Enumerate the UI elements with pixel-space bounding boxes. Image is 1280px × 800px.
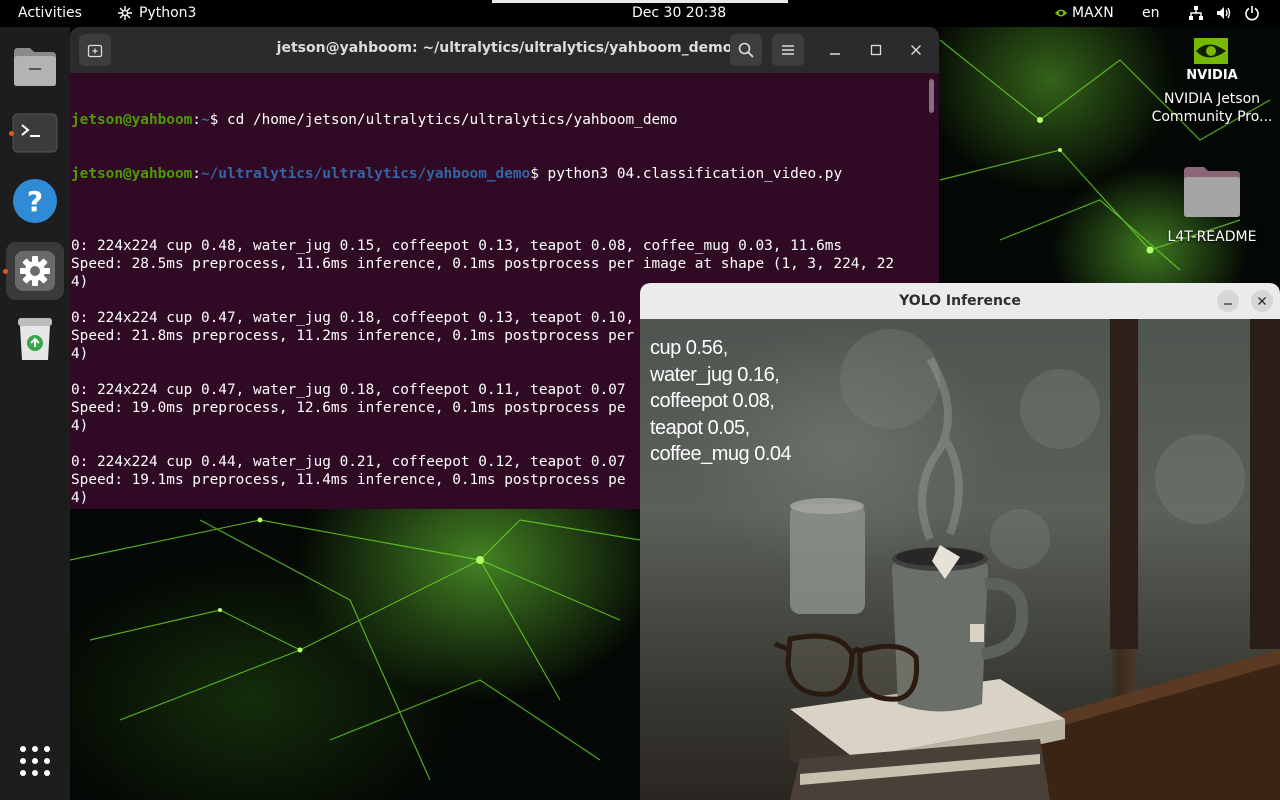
dock-help[interactable]: ? bbox=[6, 172, 64, 230]
dock-trash[interactable] bbox=[6, 310, 64, 368]
dock-terminal[interactable] bbox=[6, 104, 64, 162]
python-app-icon bbox=[118, 6, 132, 20]
svg-text:?: ? bbox=[27, 185, 43, 218]
close-icon bbox=[911, 45, 921, 55]
trash-icon bbox=[18, 318, 52, 360]
terminal-line: Speed: 28.5ms preprocess, 11.6ms inferen… bbox=[71, 256, 895, 272]
classification-label: coffeepot 0.08, bbox=[650, 390, 775, 412]
power-mode-indicator[interactable]: MAXN bbox=[1054, 5, 1114, 21]
minimize-button[interactable] bbox=[825, 40, 845, 60]
minimize-button[interactable] bbox=[1217, 290, 1239, 312]
terminal-line: 0: 224x224 cup 0.48, water_jug 0.15, cof… bbox=[71, 238, 843, 254]
terminal-line: jetson@yahboom:~$ cd /home/jetson/ultral… bbox=[71, 112, 678, 128]
terminal-search-button[interactable] bbox=[730, 34, 762, 66]
running-indicator bbox=[9, 131, 14, 136]
hamburger-icon bbox=[782, 45, 794, 55]
classification-label: coffee_mug 0.04 bbox=[650, 443, 792, 465]
dock-settings[interactable] bbox=[3, 242, 64, 300]
classification-label: teapot 0.05, bbox=[650, 416, 750, 439]
power-icon bbox=[1245, 6, 1259, 21]
volume-icon bbox=[1217, 7, 1231, 19]
desktop-icon-label: NVIDIA Jetson Community Pro... bbox=[1151, 91, 1273, 125]
nvidia-logo-icon: NVIDIA bbox=[1186, 38, 1238, 83]
grid-icon bbox=[20, 746, 50, 776]
app-menu[interactable]: Python3 bbox=[117, 5, 196, 21]
folder-icon bbox=[1184, 167, 1240, 217]
prompt-user: jetson@yahboom bbox=[71, 112, 193, 128]
top-bar: Activities Python3 Dec 30 20:38 MAXN en bbox=[0, 0, 1280, 27]
clock[interactable]: Dec 30 20:38 bbox=[632, 5, 726, 21]
network-icon bbox=[1189, 6, 1203, 20]
classification-overlay: cup 0.56, water_jug 0.16, coffeepot 0.08, t… bbox=[650, 335, 792, 468]
maximize-icon bbox=[870, 44, 882, 56]
folder-icon bbox=[14, 48, 56, 86]
yolo-inference-window[interactable]: YOLO Inference cup 0.56, water_jug 0.16,… bbox=[640, 283, 1280, 800]
prompt-path: ~ bbox=[200, 112, 210, 128]
desktop-icon-label: L4T-README bbox=[1167, 229, 1257, 245]
terminal-line: jetson@yahboom:~/ultralytics/ultralytics… bbox=[71, 166, 843, 182]
show-apps-button[interactable] bbox=[6, 732, 64, 790]
screenshot-indicator bbox=[492, 0, 788, 3]
activities-button[interactable]: Activities bbox=[18, 5, 82, 21]
close-icon bbox=[1258, 297, 1266, 305]
help-icon: ? bbox=[13, 179, 57, 223]
desktop-icon-nvidia[interactable]: NVIDIA NVIDIA Jetson Community Pro... bbox=[1148, 34, 1276, 126]
gear-icon bbox=[15, 251, 55, 291]
yolo-header[interactable]: YOLO Inference bbox=[640, 283, 1280, 319]
prompt-user: jetson@yahboom bbox=[71, 166, 193, 182]
desktop-icon-l4t-readme[interactable]: L4T-README bbox=[1160, 165, 1264, 245]
terminal-title: jetson@yahboom: ~/ultralytics/ultralytic… bbox=[276, 40, 733, 56]
maximize-button[interactable] bbox=[866, 40, 886, 60]
search-icon bbox=[738, 42, 754, 58]
terminal-menu-button[interactable] bbox=[772, 34, 804, 66]
classification-label: water_jug 0.16, bbox=[650, 363, 780, 386]
yolo-title: YOLO Inference bbox=[899, 293, 1021, 309]
prompt-path: ~/ultralytics/ultralytics/yahboom_demo bbox=[200, 166, 531, 182]
minimize-icon bbox=[1224, 303, 1232, 305]
app-menu-label: Python3 bbox=[139, 5, 197, 21]
terminal-header[interactable]: jetson@yahboom: ~/ultralytics/ultralytic… bbox=[70, 27, 939, 73]
running-indicator bbox=[3, 269, 8, 274]
system-tray[interactable] bbox=[1188, 5, 1260, 21]
nvidia-logo-text: NVIDIA bbox=[1186, 68, 1237, 82]
terminal-icon bbox=[12, 113, 58, 153]
minimize-icon bbox=[830, 53, 840, 55]
close-button[interactable] bbox=[1251, 290, 1273, 312]
command-text: $ cd /home/jetson/ultralytics/ultralytic… bbox=[209, 112, 678, 128]
classification-label: cup 0.56, bbox=[650, 337, 728, 359]
dock-files[interactable] bbox=[6, 38, 64, 96]
video-frame: cup 0.56, water_jug 0.16, coffeepot 0.08, t… bbox=[640, 319, 1280, 800]
language-indicator[interactable]: en bbox=[1142, 5, 1160, 21]
dock: ? bbox=[0, 27, 70, 800]
close-button[interactable] bbox=[906, 40, 926, 60]
power-mode-label: MAXN bbox=[1072, 5, 1114, 21]
nvidia-eye-icon bbox=[1055, 9, 1067, 17]
terminal-scrollbar[interactable] bbox=[929, 79, 934, 113]
command-text: $ python3 04.classification_video.py bbox=[530, 166, 843, 182]
